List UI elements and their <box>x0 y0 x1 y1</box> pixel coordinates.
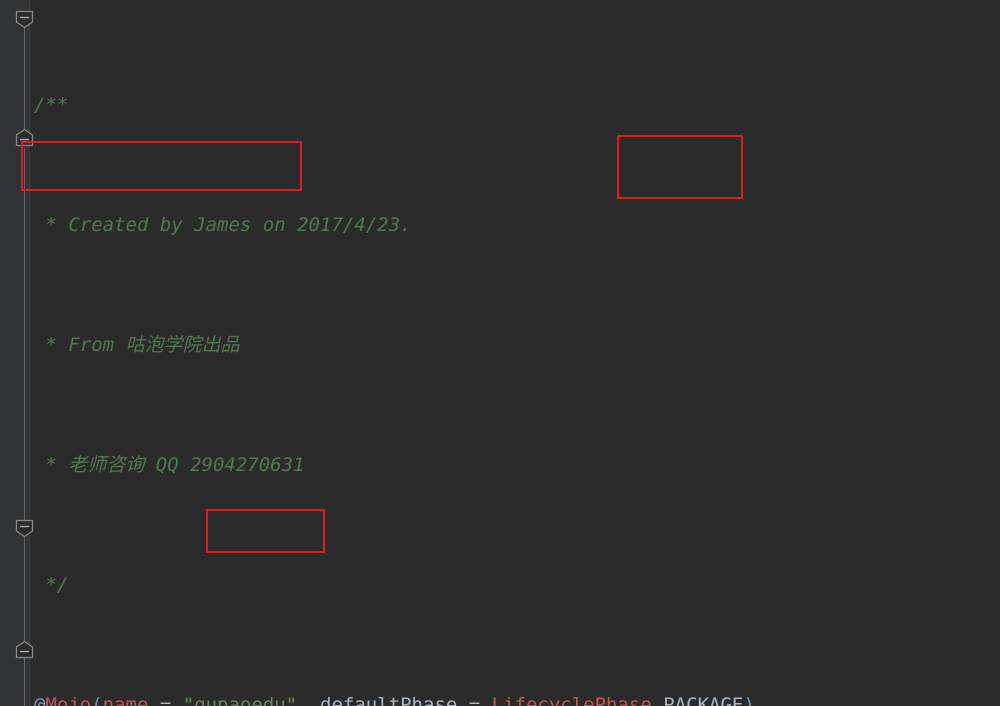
javadoc-close: */ <box>34 574 69 596</box>
at-symbol: @ <box>34 694 46 706</box>
annotation-mojo: Mojo <box>45 694 92 706</box>
code-line-mojo-annotation[interactable]: @Mojo(name = "gupaoedu", defaultPhase = … <box>30 690 1000 706</box>
code-line[interactable]: /** <box>30 90 1000 120</box>
code-text-area[interactable]: /** * Created by James on 2017/4/23. * F… <box>30 0 1000 706</box>
code-line[interactable]: * 老师咨询 QQ 2904270631 <box>30 450 1000 480</box>
attr-name: name <box>102 694 149 706</box>
code-line[interactable]: */ <box>30 570 1000 600</box>
javadoc-from: * From 咕泡学院出品 <box>34 334 240 356</box>
code-editor-window: /** * Created by James on 2017/4/23. * F… <box>0 0 1000 706</box>
code-line[interactable]: * Created by James on 2017/4/23. <box>30 210 1000 240</box>
fold-rail-class <box>24 148 25 648</box>
code-line[interactable]: * From 咕泡学院出品 <box>30 330 1000 360</box>
equals-2: = <box>457 694 492 706</box>
javadoc-created-by: * Created by James on 2017/4/23. <box>34 214 412 236</box>
close-paren: ) <box>743 694 755 706</box>
comma: , <box>297 694 309 706</box>
enum-const-package: PACKAGE <box>663 694 744 706</box>
attr-defaultphase: defaultPhase <box>308 694 458 706</box>
dot: . <box>651 694 664 706</box>
open-paren: ( <box>91 694 103 706</box>
fold-rail-comment <box>24 18 25 130</box>
equals: = <box>148 694 183 706</box>
javadoc-open: /** <box>34 94 69 116</box>
editor-gutter[interactable] <box>0 0 30 706</box>
string-gupaoedu: "gupaoedu" <box>182 694 298 706</box>
enum-lifecyclephase: LifecyclePhase <box>491 694 652 706</box>
fold-rail-tail <box>24 655 25 706</box>
javadoc-qq: * 老师咨询 QQ 2904270631 <box>34 454 305 476</box>
